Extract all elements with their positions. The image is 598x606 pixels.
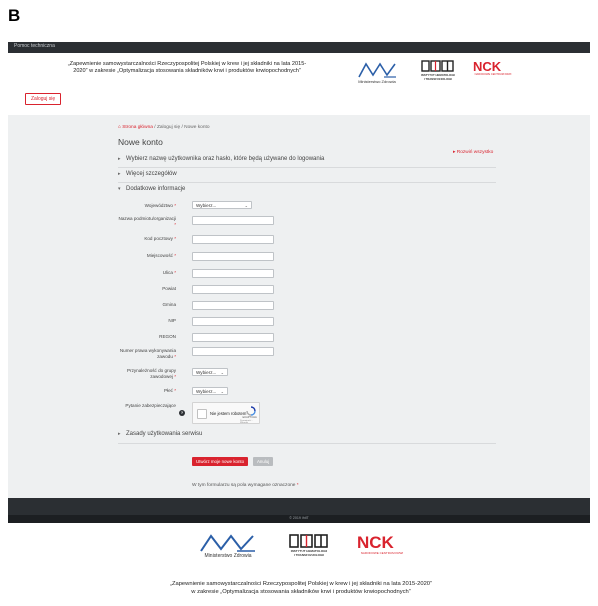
label-nip: NIP: [168, 318, 176, 323]
chevron-right-icon: ▸: [118, 431, 121, 437]
iht-logo-icon: [289, 534, 328, 548]
chevron-down-icon: ▾: [118, 186, 121, 192]
footer-tagline: „Zapewnienie samowystarczalności Rzeczyp…: [170, 581, 432, 595]
divider: [118, 443, 496, 444]
cancel-button[interactable]: Anuluj: [253, 457, 274, 466]
divider: [118, 182, 496, 183]
breadcrumb-login[interactable]: Zaloguj się: [157, 125, 180, 130]
iht-logo-icon: [421, 60, 454, 72]
site-header: „Zapewnienie samowystarczalności Rzeczyp…: [8, 53, 590, 113]
recaptcha-icon: [246, 406, 256, 416]
numer-prawa-input[interactable]: [192, 347, 274, 356]
label-miejscowosc: Miejscowość *: [146, 253, 176, 258]
label-gmina: Gmina: [162, 302, 176, 307]
label-nazwa-podmiotu: Nazwa podmiotu/organizacji *: [118, 216, 176, 227]
svg-text:NCK: NCK: [357, 533, 395, 551]
nip-input[interactable]: [192, 317, 274, 326]
plec-select[interactable]: Wybierz... ⌄: [192, 387, 228, 395]
chevron-down-icon: ⌄: [220, 370, 224, 375]
section-additional-info[interactable]: ▾ Dodatkowe informacje: [118, 186, 185, 192]
regon-input[interactable]: [192, 333, 274, 342]
miejscowosc-input[interactable]: [192, 252, 274, 261]
label-plec: Płeć *: [163, 388, 176, 393]
label-przynaleznosc: Przynależność do grupy zawodowej *: [126, 368, 176, 379]
nck-logo-icon: NCK: [357, 533, 395, 551]
label-regon: REGON: [159, 334, 176, 339]
page-title: Nowe konto: [118, 137, 163, 147]
recaptcha-widget: Nie jestem robotem reCAPTCHA Prywatność …: [192, 402, 260, 424]
ministry-logo-icon: [358, 62, 396, 78]
wojewodztwo-select[interactable]: Wybierz... ⌄: [192, 201, 252, 209]
section-username[interactable]: ▸ Wybierz nazwę użytkownika oraz hasło, k…: [118, 156, 324, 162]
nck-logo-icon: NCK: [473, 59, 502, 73]
label-kod-pocztowy: Kod pocztowy *: [144, 236, 176, 241]
chevron-down-icon: ⌄: [220, 389, 224, 394]
login-button[interactable]: Zaloguj się: [25, 93, 62, 105]
gmina-input[interactable]: [192, 301, 274, 310]
section-more-details[interactable]: ▸ Więcej szczegółów: [118, 171, 177, 177]
create-account-button[interactable]: Utwórz moje nowe konto: [192, 457, 249, 466]
breadcrumb: ⌂ Strona główna / Zaloguj się / Nowe kon…: [118, 125, 210, 130]
label-numer-prawa: Numer prawa wykonywania zawodu *: [119, 348, 176, 359]
main-content: ⌂ Strona główna / Zaloguj się / Nowe kon…: [8, 115, 590, 498]
chevron-right-icon: ▸: [118, 171, 121, 177]
footer-copyright-bar: © 2019 ihtiT: [8, 515, 590, 523]
label-wojewodztwo: Województwo *: [144, 203, 176, 208]
footer-iht-logo: INSTYTUT HEMATOLOGII I TRANSFUZJOLOGII: [288, 533, 330, 557]
nck-logo: NCK NARODOWE CENTRUM KRWI: [472, 59, 514, 76]
przynaleznosc-select[interactable]: Wybierz... ⌄: [192, 368, 228, 376]
breadcrumb-current: Nowe konto: [184, 125, 210, 130]
label-ulica: Ulica *: [162, 270, 176, 275]
footer: [8, 498, 590, 515]
section-terms[interactable]: ▸ Zasady użytkowania serwisu: [118, 431, 202, 437]
help-icon[interactable]: ?: [179, 410, 185, 416]
iht-logo: INSTYTUT HEMATOLOGII I TRANSFUZJOLOGII: [420, 59, 456, 81]
chevron-down-icon: ⌄: [244, 203, 248, 208]
expand-all-link[interactable]: ▸ Rozwiń wszystko: [453, 150, 493, 155]
svg-text:NCK: NCK: [473, 59, 502, 73]
panel-letter: B: [8, 6, 21, 25]
label-pytanie: Pytanie zabezpieczające: [125, 403, 176, 408]
recaptcha-label: Nie jestem robotem: [210, 411, 247, 416]
copyright: © 2019 ihtiT: [289, 516, 309, 520]
ministry-logo-icon: [200, 534, 255, 552]
project-tagline: „Zapewnienie samowystarczalności Rzeczyp…: [67, 61, 307, 74]
top-navbar: Pomoc techniczna: [8, 42, 590, 53]
chevron-right-icon: ▸: [118, 156, 121, 162]
recaptcha-checkbox[interactable]: [197, 409, 207, 419]
ministry-logo: Ministerstwo Zdrowia: [356, 59, 398, 84]
ulica-input[interactable]: [192, 269, 274, 278]
kod-pocztowy-input[interactable]: [192, 235, 274, 244]
nazwa-podmiotu-input[interactable]: [192, 216, 274, 225]
breadcrumb-home[interactable]: Strona główna: [122, 125, 153, 130]
label-powiat: Powiat: [162, 286, 176, 291]
required-fields-note: W tym formularzu są pola wymagane oznacz…: [192, 483, 299, 488]
powiat-input[interactable]: [192, 285, 274, 294]
tech-support-link[interactable]: Pomoc techniczna: [14, 43, 55, 49]
footer-nck-logo: NCK NARODOWE CENTRUM KRWI: [356, 533, 408, 555]
divider: [118, 167, 496, 168]
footer-ministry-logo: Ministerstwo Zdrowia: [197, 531, 259, 559]
